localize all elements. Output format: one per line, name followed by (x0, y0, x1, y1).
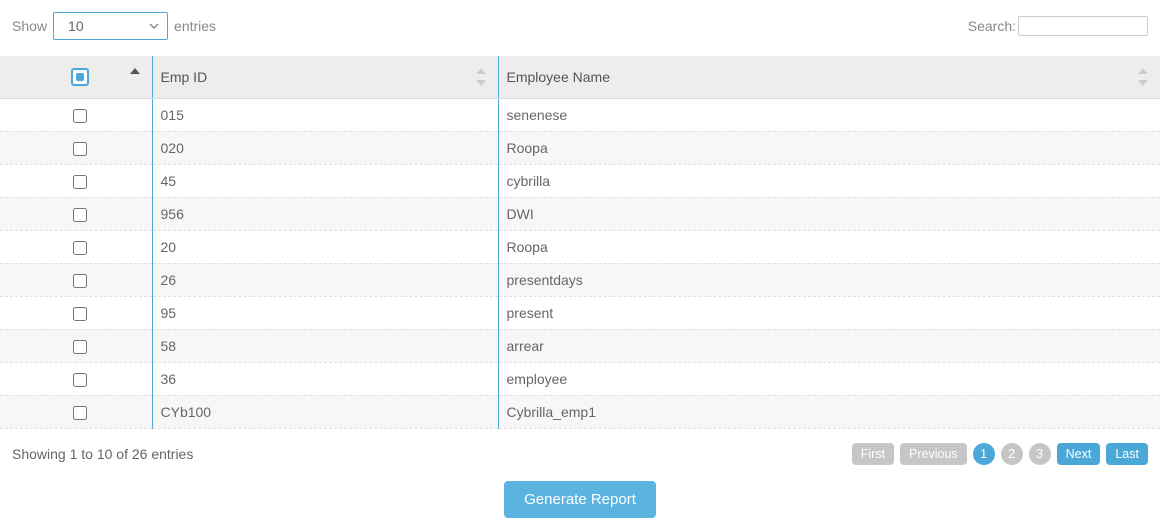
page-number[interactable]: 2 (1001, 443, 1023, 465)
table-row: 020Roopa (0, 131, 1160, 164)
table-row: 20Roopa (0, 230, 1160, 263)
page-next[interactable]: Next (1057, 443, 1101, 465)
table-row: CYb100Cybrilla_emp1 (0, 395, 1160, 428)
cell-empname: cybrilla (498, 164, 1160, 197)
cell-empname: DWI (498, 197, 1160, 230)
row-checkbox[interactable] (73, 142, 87, 156)
row-checkbox[interactable] (73, 373, 87, 387)
cell-empid: 26 (152, 263, 498, 296)
sort-icon (476, 68, 488, 86)
row-checkbox[interactable] (73, 175, 87, 189)
col-header-empid[interactable]: Emp ID (152, 56, 498, 98)
pagination: First Previous 123 Next Last (852, 443, 1148, 465)
table-row: 956DWI (0, 197, 1160, 230)
entries-label: entries (174, 18, 216, 34)
generate-report-button[interactable]: Generate Report (504, 481, 656, 518)
row-checkbox[interactable] (73, 406, 87, 420)
cell-empname: Roopa (498, 131, 1160, 164)
row-checkbox[interactable] (73, 340, 87, 354)
table-row: 58arrear (0, 329, 1160, 362)
cell-empid: 45 (152, 164, 498, 197)
search-input[interactable] (1018, 16, 1148, 36)
row-checkbox[interactable] (73, 241, 87, 255)
page-last[interactable]: Last (1106, 443, 1148, 465)
cell-empname: present (498, 296, 1160, 329)
table-row: 45cybrilla (0, 164, 1160, 197)
row-checkbox[interactable] (73, 274, 87, 288)
entries-length-control: Show 10 entries (12, 12, 216, 40)
table-row: 36employee (0, 362, 1160, 395)
cell-empname: arrear (498, 329, 1160, 362)
cell-empname: presentdays (498, 263, 1160, 296)
sort-icon (130, 68, 142, 86)
search-label: Search: (968, 18, 1016, 34)
select-all-checkbox[interactable] (71, 68, 89, 86)
cell-empid: 956 (152, 197, 498, 230)
show-label: Show (12, 18, 47, 34)
entries-select[interactable]: 10 (53, 12, 168, 40)
page-first[interactable]: First (852, 443, 894, 465)
row-checkbox[interactable] (73, 109, 87, 123)
page-number[interactable]: 3 (1029, 443, 1051, 465)
col-header-label: Employee Name (507, 69, 611, 85)
cell-empid: 020 (152, 131, 498, 164)
cell-empname: Cybrilla_emp1 (498, 395, 1160, 428)
employee-table: Emp ID Employee Name 015senenese020Roopa… (0, 56, 1160, 429)
sort-icon (1138, 68, 1150, 86)
table-row: 015senenese (0, 98, 1160, 131)
cell-empid: CYb100 (152, 395, 498, 428)
col-header-label: Emp ID (161, 69, 208, 85)
col-header-empname[interactable]: Employee Name (498, 56, 1160, 98)
table-info: Showing 1 to 10 of 26 entries (12, 446, 193, 462)
cell-empname: senenese (498, 98, 1160, 131)
row-checkbox[interactable] (73, 208, 87, 222)
page-number[interactable]: 1 (973, 443, 995, 465)
table-row: 95present (0, 296, 1160, 329)
col-header-select[interactable] (0, 56, 152, 98)
cell-empid: 58 (152, 329, 498, 362)
search-control: Search: (968, 16, 1148, 36)
cell-empname: employee (498, 362, 1160, 395)
row-checkbox[interactable] (73, 307, 87, 321)
cell-empid: 95 (152, 296, 498, 329)
cell-empid: 015 (152, 98, 498, 131)
table-row: 26presentdays (0, 263, 1160, 296)
cell-empid: 20 (152, 230, 498, 263)
cell-empid: 36 (152, 362, 498, 395)
page-previous[interactable]: Previous (900, 443, 967, 465)
cell-empname: Roopa (498, 230, 1160, 263)
